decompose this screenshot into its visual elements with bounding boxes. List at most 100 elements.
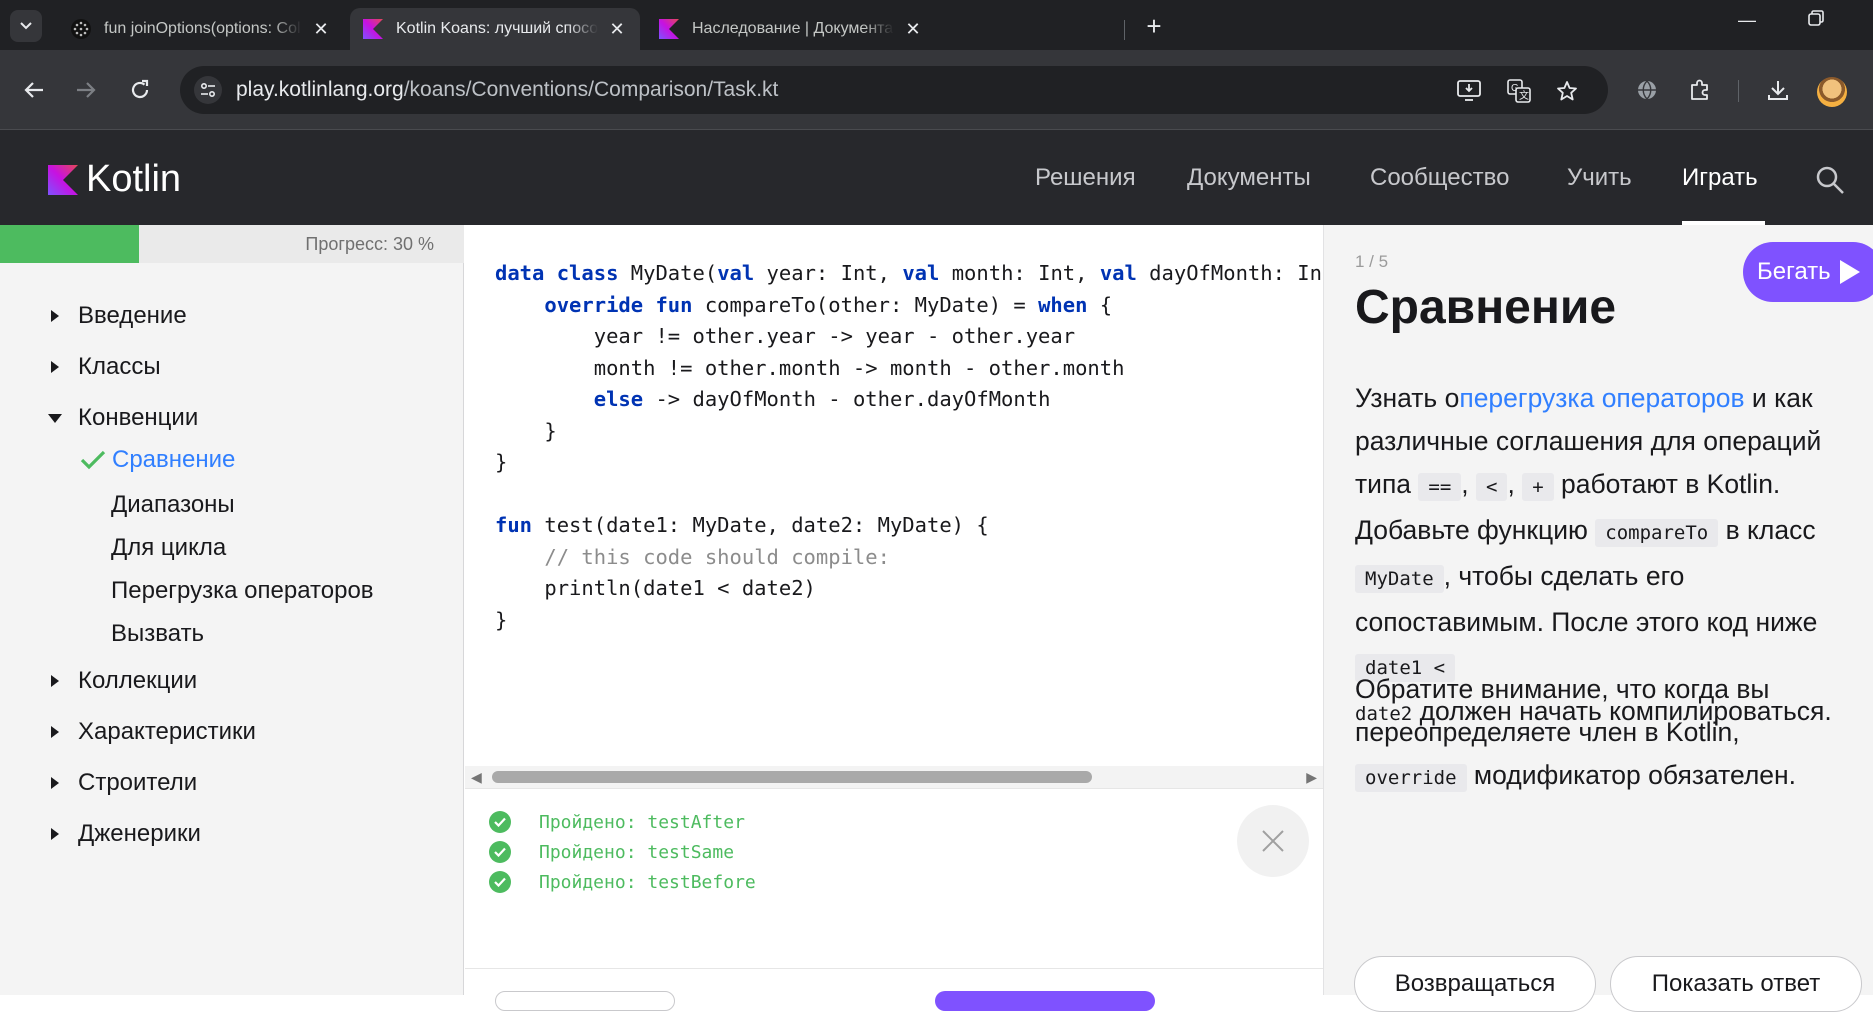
text-run: Обратите внимание, что когда вы переопре… [1355, 674, 1770, 747]
step-counter: 1 / 5 [1355, 252, 1389, 271]
close-icon [1262, 830, 1284, 852]
bookmark-star-icon[interactable] [1554, 78, 1580, 104]
caret-right-icon [51, 361, 59, 373]
browser-tab[interactable]: fun joinOptions(options: Collect ✕ [58, 8, 344, 50]
code-line[interactable]: fun test(date1: MyDate, date2: MyDate) { [495, 507, 1323, 539]
scroll-right-icon[interactable]: ▶ [1306, 769, 1317, 786]
code-inline: MyDate [1355, 565, 1444, 593]
code-line[interactable]: } [495, 413, 1323, 445]
toc-section-label: Введение [78, 302, 187, 329]
restore-icon[interactable] [1796, 10, 1836, 31]
tab-close-icon[interactable]: ✕ [606, 19, 628, 40]
toc-section-generics[interactable]: Дженерики [48, 820, 201, 848]
code-inline: == [1418, 473, 1462, 501]
koans-sidebar: Прогресс: 30 % Введение Классы Конвенции… [0, 225, 464, 995]
tab-separator [1124, 20, 1125, 40]
toc-item-ranges[interactable]: Диапазоны [111, 491, 235, 519]
scroll-left-icon[interactable]: ◀ [471, 769, 482, 786]
code-line[interactable]: else -> dayOfMonth - other.dayOfMonth [495, 381, 1323, 413]
profile-avatar[interactable] [1817, 77, 1847, 107]
operator-overloading-link[interactable]: перегрузка операторов [1459, 383, 1744, 413]
minimize-icon[interactable]: — [1727, 10, 1767, 31]
install-app-icon[interactable] [1456, 78, 1482, 104]
check-circle-icon [489, 871, 511, 893]
toc-section-label: Коллекции [78, 667, 198, 694]
editor-horizontal-scrollbar[interactable]: ◀ ▶ [465, 766, 1323, 788]
code-line[interactable]: // this code should compile: [495, 539, 1323, 571]
toc-item-comparison[interactable]: Сравнение [80, 446, 235, 474]
new-tab-button[interactable]: + [1139, 12, 1169, 42]
task-title: Сравнение [1355, 281, 1617, 334]
toc-item-for-loop[interactable]: Для цикла [111, 534, 226, 562]
back-button[interactable]: Возвращаться [1354, 956, 1596, 1012]
code-line[interactable]: month != other.month -> month - other.mo… [495, 350, 1323, 382]
nav-learn[interactable]: Учить [1567, 164, 1632, 192]
url-text[interactable]: play.kotlinlang.org/koans/Conventions/Co… [236, 78, 778, 102]
code-line[interactable] [495, 476, 1323, 508]
download-icon[interactable] [1762, 74, 1794, 106]
bottom-secondary-button[interactable] [495, 991, 675, 1011]
logo-text: Kotlin [86, 158, 182, 200]
test-result-text: Пройдено: testAfter [539, 811, 745, 833]
nav-play[interactable]: Играть [1682, 164, 1758, 192]
tab-search-button[interactable] [10, 10, 42, 42]
toolbar-separator [1738, 80, 1739, 102]
test-result-text: Пройдено: testSame [539, 841, 735, 863]
play-icon [1839, 260, 1860, 284]
translate-icon[interactable]: G文 [1506, 78, 1532, 104]
show-answer-button[interactable]: Показать ответ [1610, 956, 1862, 1012]
browser-tab[interactable]: Наследование | Документация ✕ [646, 8, 936, 50]
run-button[interactable]: Бегать [1743, 242, 1873, 302]
code-line[interactable]: data class MyDate(val year: Int, val mon… [495, 255, 1323, 287]
reload-icon[interactable] [120, 70, 160, 110]
url-path: /koans/Conventions/Comparison/Task.kt [403, 78, 779, 101]
toc-section-label: Строители [78, 769, 198, 796]
toc-section-properties[interactable]: Характеристики [48, 718, 256, 746]
toc-section-conventions[interactable]: Конвенции [48, 404, 198, 432]
test-result: Пройдено: testSame [489, 841, 734, 863]
forward-icon[interactable] [66, 70, 106, 110]
tab-close-icon[interactable]: ✕ [902, 19, 924, 40]
back-icon[interactable] [14, 70, 54, 110]
toc-section-label: Классы [78, 353, 161, 380]
caret-right-icon [51, 310, 59, 322]
globe-icon[interactable] [1631, 74, 1663, 106]
tab-close-icon[interactable]: ✕ [310, 19, 332, 40]
code-line[interactable]: println(date1 < date2) [495, 570, 1323, 602]
address-bar[interactable]: play.kotlinlang.org/koans/Conventions/Co… [180, 66, 1608, 114]
code-content[interactable]: data class MyDate(val year: Int, val mon… [495, 255, 1323, 633]
toc-item-operator-overloading[interactable]: Перегрузка операторов [111, 577, 374, 605]
code-line[interactable]: override fun compareTo(other: MyDate) = … [495, 287, 1323, 319]
toc-section-builders[interactable]: Строители [48, 769, 197, 797]
nav-community[interactable]: Сообщество [1370, 164, 1509, 192]
close-console-button[interactable] [1237, 805, 1309, 877]
toc-section-classes[interactable]: Классы [48, 353, 161, 381]
nav-docs[interactable]: Документы [1187, 164, 1311, 192]
extensions-icon[interactable] [1684, 74, 1716, 106]
toc-item-label: Сравнение [112, 446, 236, 473]
code-inline: < [1476, 473, 1508, 501]
search-icon[interactable] [1814, 164, 1846, 196]
scrollbar-thumb[interactable] [492, 771, 1092, 783]
code-editor[interactable]: data class MyDate(val year: Int, val mon… [465, 225, 1323, 767]
code-line[interactable]: } [495, 444, 1323, 476]
browser-tab-active[interactable]: Kotlin Koans: лучший способ и ✕ [350, 8, 640, 50]
bottom-primary-button[interactable] [935, 991, 1155, 1011]
url-host: play.kotlinlang.org [236, 78, 404, 101]
run-label: Бегать [1757, 258, 1831, 285]
toc-section-introduction[interactable]: Введение [48, 302, 187, 330]
nav-solutions[interactable]: Решения [1035, 164, 1136, 192]
text-run: Узнать о [1355, 383, 1460, 413]
editor-bottom-bar [465, 968, 1323, 1011]
toc-item-invoke[interactable]: Вызвать [111, 620, 204, 648]
code-inline: + [1522, 473, 1554, 501]
browser-toolbar: play.kotlinlang.org/koans/Conventions/Co… [0, 50, 1873, 130]
kotlin-logo[interactable]: Kotlin [48, 158, 181, 201]
code-line[interactable]: year != other.year -> year - other.year [495, 318, 1323, 350]
site-settings-icon[interactable] [194, 76, 222, 104]
check-icon [80, 450, 106, 470]
tab-title: fun joinOptions(options: Collect [104, 20, 302, 37]
test-result: Пройдено: testAfter [489, 811, 745, 833]
toc-section-collections[interactable]: Коллекции [48, 667, 197, 695]
code-line[interactable]: } [495, 602, 1323, 634]
